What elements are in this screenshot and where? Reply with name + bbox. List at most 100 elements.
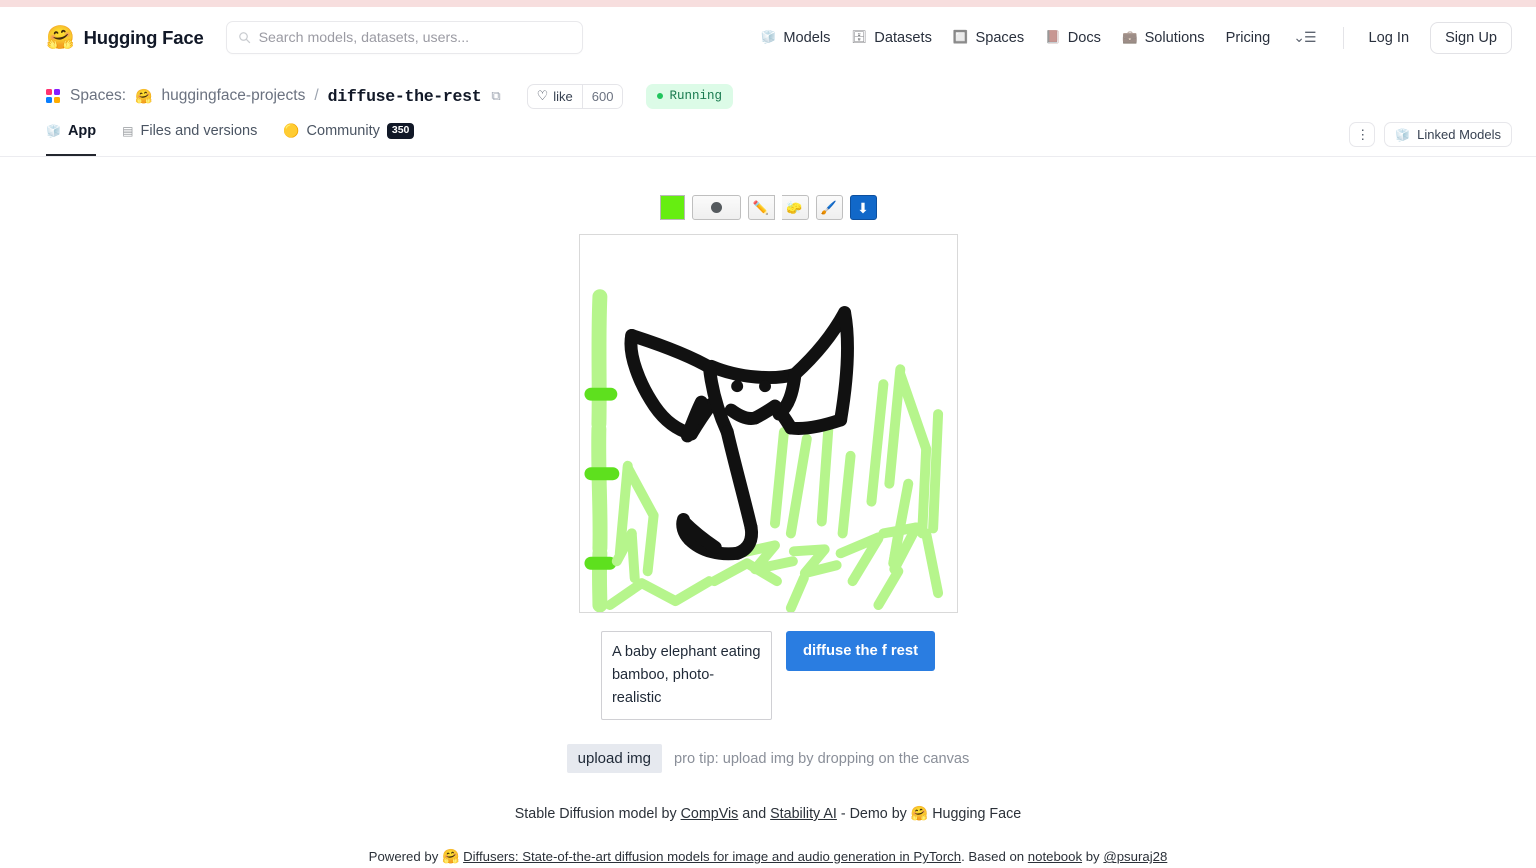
upload-pro-tip: pro tip: upload img by dropping on the c… [674,750,970,767]
nav-links: 🧊 Models 🗄 Datasets 🔲 Spaces 📕 Docs 💼 So… [761,21,1512,54]
prompt-row: diffuse the f rest [600,631,936,720]
files-icon: ▤ [122,124,134,138]
hugging-face-emoji-icon: 🤗 [441,848,460,865]
status-badge: Running [646,83,733,109]
status-dot-icon [657,93,664,99]
copy-icon[interactable]: ⧉ [491,88,500,104]
hugging-face-emoji-icon: 🤗 [46,24,75,50]
linked-models-label: Linked Models [1417,127,1501,142]
nav-more-menu-icon[interactable]: ⌄☰ [1291,29,1317,46]
link-notebook[interactable]: notebook [1028,849,1082,864]
heart-icon: ♡ [536,88,549,103]
pencil-icon: ✏️ [752,200,770,215]
footer-end: Hugging Face [928,806,1022,822]
nav-item-docs-label: Docs [1067,29,1101,46]
top-accent-strip [0,0,1536,7]
nav-item-docs[interactable]: 📕 Docs [1045,30,1101,46]
hugging-face-emoji-icon: 🤗 [910,805,929,821]
link-author[interactable]: @psuraj28 [1103,849,1167,864]
link-compvis[interactable]: CompVis [681,806,739,822]
breadcrumb-separator: / [314,87,319,104]
cube-icon: 🧊 [46,124,61,138]
footer-line-2: Powered by 🤗 Diffusers: State-of-the-art… [369,846,1168,868]
canvas-sketch [579,235,957,612]
nav-item-pricing-label: Pricing [1225,29,1271,46]
login-link[interactable]: Log In [1369,30,1410,46]
footer2-mid: . Based on [961,849,1028,865]
nav-item-spaces-label: Spaces [975,29,1025,46]
nav-item-models[interactable]: 🧊 Models [761,30,831,46]
breadcrumb-owner-link[interactable]: huggingface-projects [161,87,305,105]
download-button[interactable]: ⬇ [849,195,877,220]
brush-tool-button[interactable]: 🖌️ [815,195,843,220]
status-label: Running [669,89,722,103]
nav-item-datasets-label: Datasets [874,29,932,46]
breadcrumb: Spaces: 🤗 huggingface-projects / diffuse… [46,80,1512,112]
tab-app-label: App [67,123,97,139]
link-stability-ai[interactable]: Stability AI [770,806,837,822]
space-tabs: 🧊 App ▤ Files and versions 🟡 Community 3… [46,117,415,156]
footer: Stable Diffusion model by CompVis and St… [369,803,1168,868]
link-diffusers[interactable]: Diffusers: State-of-the-art diffusion mo… [463,849,961,864]
tab-community-label: Community [306,123,380,139]
nav-item-pricing[interactable]: Pricing [1226,30,1271,46]
drawing-toolbar: ✏️ 🧽 🖌️ ⬇ [659,195,877,220]
signup-button[interactable]: Sign Up [1430,21,1512,54]
like-button[interactable]: ♡ like [528,85,582,108]
nav-divider [1342,26,1344,49]
nav-item-solutions-label: Solutions [1144,29,1205,46]
more-options-button[interactable]: ⋮ [1349,122,1376,147]
space-tabs-actions: ⋮ 🧊 Linked Models [1349,122,1512,151]
spaces-label: Spaces: [70,87,127,104]
community-emoji-icon: 🟡 [283,123,300,138]
nav-item-solutions[interactable]: 💼 Solutions [1122,30,1205,46]
upload-img-button[interactable]: upload img [566,744,663,773]
nav-item-spaces[interactable]: 🔲 Spaces [953,30,1024,46]
tab-app[interactable]: 🧊 App [46,117,97,156]
like-group: ♡ like 600 [526,83,624,109]
search-box[interactable] [225,21,583,54]
space-tabs-bar: 🧊 App ▤ Files and versions 🟡 Community 3… [0,117,1536,157]
footer-prefix: Stable Diffusion model by [514,806,681,822]
footer2-prefix: Powered by [368,849,442,865]
tab-community[interactable]: 🟡 Community 350 [283,117,415,156]
spaces-grid-icon [46,89,60,103]
search-icon [238,32,250,44]
diffuse-submit-button[interactable]: diffuse the f rest [785,631,936,671]
cube-icon: 🧊 [760,30,777,45]
footer-suffix: - Demo by [836,806,911,822]
community-count-badge: 350 [386,123,415,139]
download-arrow-icon: ⬇ [857,199,869,216]
breadcrumb-space-name: diffuse-the-rest [327,86,482,106]
color-swatch-button[interactable] [659,195,685,220]
search-input[interactable] [258,29,571,46]
drawing-canvas[interactable] [578,234,958,613]
space-header: Spaces: 🤗 huggingface-projects / diffuse… [0,68,1536,112]
book-icon: 📕 [1045,30,1061,45]
gradio-app-area: ✏️ 🧽 🖌️ ⬇ A baby elephant eating bamboo,… [0,157,1536,868]
tab-files-and-versions[interactable]: ▤ Files and versions [122,117,257,156]
eraser-tool-button[interactable]: 🧽 [781,195,809,220]
paintbrush-icon: 🖌️ [820,200,838,215]
footer2-by: by [1082,849,1104,865]
brush-size-button[interactable] [691,195,741,220]
footer-line-1: Stable Diffusion model by CompVis and St… [369,803,1168,825]
database-icon: 🗄 [851,30,868,45]
brand-home-link[interactable]: 🤗 Hugging Face [46,26,204,49]
pencil-tool-button[interactable]: ✏️ [747,195,775,220]
brand-name-label: Hugging Face [83,26,204,48]
nav-item-datasets[interactable]: 🗄 Datasets [851,30,931,46]
footer-mid: and [738,806,771,822]
nav-item-models-label: Models [783,29,831,46]
main-navbar: 🤗 Hugging Face 🧊 Models 🗄 Datasets 🔲 Spa… [0,7,1536,68]
tab-files-label: Files and versions [140,123,258,139]
linked-models-button[interactable]: 🧊 Linked Models [1384,122,1512,147]
owner-avatar-icon: 🤗 [135,87,153,104]
grid-icon: 🔲 [952,30,969,45]
like-label: like [553,88,573,104]
filled-circle-icon [710,202,722,213]
prompt-textarea[interactable] [600,631,772,720]
upload-row: upload img pro tip: upload img by droppi… [566,744,970,773]
briefcase-icon: 💼 [1121,30,1138,45]
eraser-icon: 🧽 [786,200,803,215]
